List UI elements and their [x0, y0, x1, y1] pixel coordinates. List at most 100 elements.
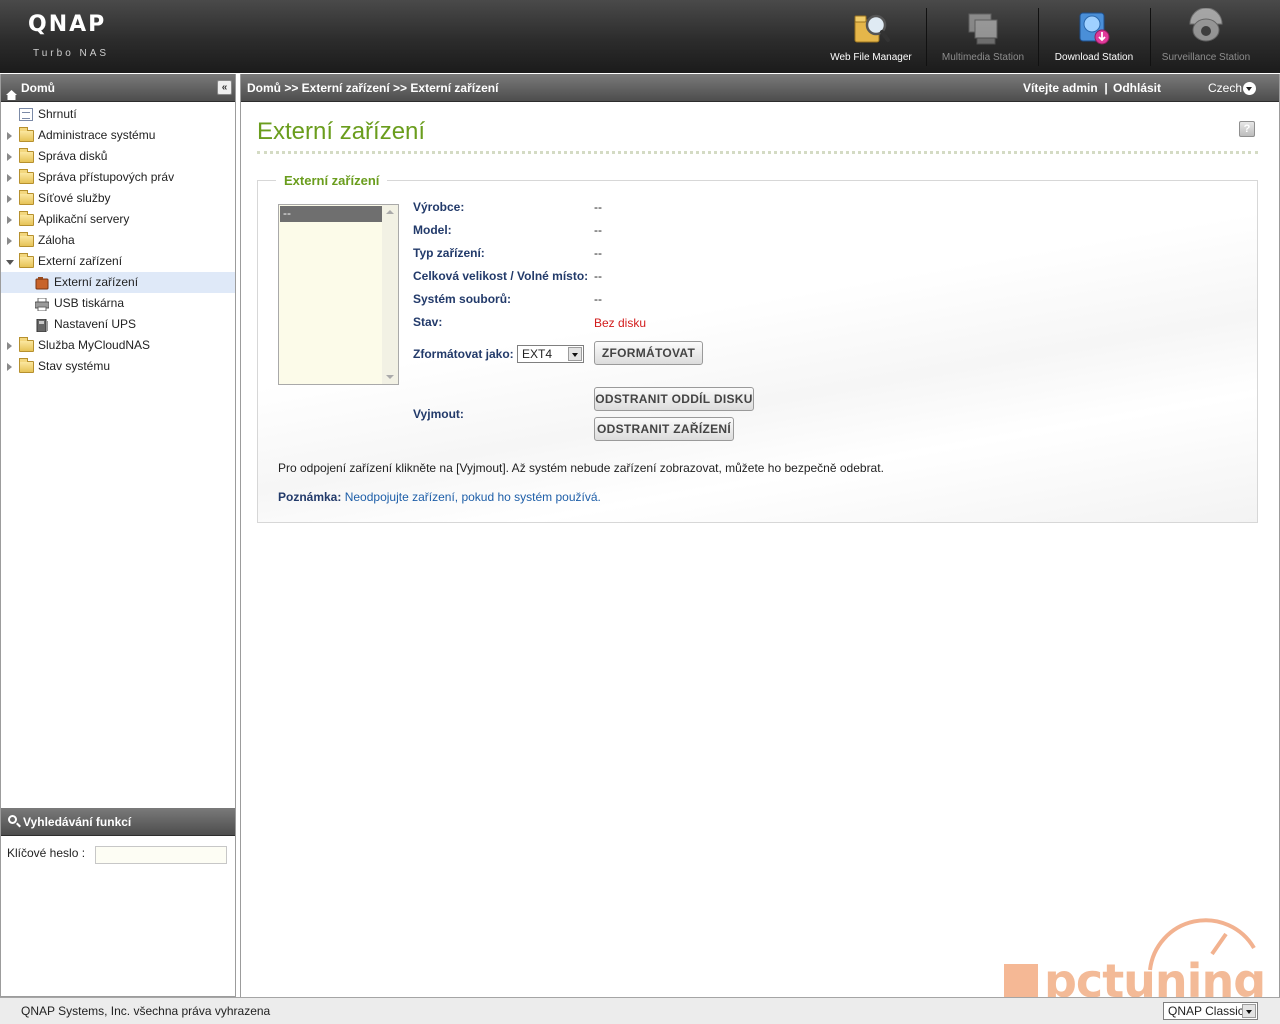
sidebar-item-label: Služba MyCloudNAS — [38, 338, 151, 352]
folder-icon — [19, 232, 34, 247]
collapse-arrow-icon[interactable] — [6, 260, 14, 265]
sidebar-item-mycloudnas[interactable]: Služba MyCloudNAS — [1, 335, 235, 356]
copyright-text: QNAP Systems, Inc. všechna práva vyhraze… — [21, 1004, 271, 1018]
sidebar-subitem-usb-printer[interactable]: USB tiskárna — [1, 293, 235, 314]
sidebar-item-summary[interactable]: Shrnutí — [1, 104, 235, 125]
expand-arrow-icon[interactable] — [7, 237, 12, 245]
format-filesystem-select[interactable]: EXT4 — [517, 345, 584, 363]
sidebar-item-label: Externí zařízení — [38, 254, 123, 268]
sidebar-subitem-ups-settings[interactable]: Nastavení UPS — [1, 314, 235, 335]
sidebar-item-label: Síťové služby — [38, 191, 111, 205]
ups-icon — [35, 318, 49, 333]
expand-arrow-icon[interactable] — [7, 363, 12, 371]
folder-icon — [19, 211, 34, 226]
navigation-tree: Shrnutí Administrace systému Správa disk… — [1, 102, 235, 377]
sidebar-item-access-rights[interactable]: Správa přístupových práv — [1, 167, 235, 188]
device-list-scrollbar[interactable] — [382, 205, 398, 384]
app-label: Multimedia Station — [941, 52, 1025, 63]
app-label: Web File Manager — [830, 52, 912, 63]
note-label: Poznámka: — [278, 490, 342, 504]
format-selected-value: EXT4 — [522, 347, 553, 361]
external-device-fieldset: Externí zařízení -- Výrobce: -- Model: -… — [257, 173, 1258, 523]
device-type-value: -- — [594, 246, 602, 260]
remove-partition-button[interactable]: ODSTRANIT ODDÍL DISKU — [594, 387, 754, 411]
chevron-down-icon[interactable] — [568, 347, 582, 361]
folder-icon — [19, 337, 34, 352]
function-search-panel: Vyhledávání funkcí Klíčové heslo : — [1, 808, 235, 866]
sidebar-item-disk-management[interactable]: Správa disků — [1, 146, 235, 167]
device-list-item[interactable]: -- — [280, 206, 397, 222]
eject-label: Vyjmout: — [413, 407, 464, 421]
function-search-title: Vyhledávání funkcí — [23, 815, 132, 829]
sidebar-item-network-services[interactable]: Síťové služby — [1, 188, 235, 209]
sidebar-item-label: Správa přístupových práv — [38, 170, 175, 184]
folder-icon — [19, 169, 34, 184]
breadcrumb[interactable]: Domů >> Externí zařízení >> Externí zaří… — [247, 74, 498, 102]
help-button[interactable]: ? — [1239, 121, 1255, 137]
expand-arrow-icon[interactable] — [7, 342, 12, 350]
sidebar-item-application-servers[interactable]: Aplikační servery — [1, 209, 235, 230]
page-title: Externí zařízení — [257, 118, 426, 145]
app-download-station[interactable]: Download Station — [1039, 8, 1149, 68]
expand-arrow-icon[interactable] — [7, 195, 12, 203]
expand-arrow-icon[interactable] — [7, 153, 12, 161]
model-value: -- — [594, 223, 602, 237]
sidebar-item-label: Stav systému — [38, 359, 111, 373]
summary-icon — [19, 108, 33, 121]
sidebar-item-label: Aplikační servery — [38, 212, 130, 226]
language-select[interactable]: Czech — [1208, 74, 1242, 102]
device-type-label: Typ zařízení: — [413, 246, 485, 260]
format-as-label: Zformátovat jako: — [413, 347, 514, 361]
header-separator — [926, 8, 927, 66]
expand-arrow-icon[interactable] — [7, 174, 12, 182]
main-content: Domů >> Externí zařízení >> Externí zaří… — [240, 74, 1280, 997]
remove-device-button[interactable]: ODSTRANIT ZAŘÍZENÍ — [594, 417, 734, 441]
welcome-text: Vítejte admin | — [1023, 74, 1108, 102]
scroll-up-icon[interactable] — [386, 210, 394, 214]
sidebar-subitem-label: Nastavení UPS — [54, 317, 137, 331]
filesystem-value: -- — [594, 292, 602, 306]
sidebar-item-label: Shrnutí — [38, 107, 77, 121]
size-value: -- — [594, 269, 602, 283]
surveillance-station-icon — [1186, 7, 1226, 48]
device-listbox[interactable]: -- — [278, 204, 399, 385]
home-icon — [6, 82, 17, 100]
sidebar-subitem-external-devices[interactable]: Externí zařízení — [1, 272, 235, 293]
expand-arrow-icon[interactable] — [7, 216, 12, 224]
app-label: Surveillance Station — [1161, 52, 1251, 63]
model-label: Model: — [413, 223, 452, 237]
qnap-logo: QNAP — [28, 12, 107, 37]
fieldset-legend: Externí zařízení — [276, 173, 388, 188]
sidebar: Domů « Shrnutí Administrace systému Sprá… — [0, 74, 236, 997]
collapse-sidebar-button[interactable]: « — [217, 80, 232, 95]
sidebar-item-label: Administrace systému — [38, 128, 156, 142]
sidebar-item-backup[interactable]: Záloha — [1, 230, 235, 251]
app-surveillance-station[interactable]: Surveillance Station — [1151, 7, 1261, 68]
format-button[interactable]: ZFORMÁTOVAT — [594, 341, 703, 365]
manufacturer-label: Výrobce: — [413, 200, 465, 214]
keyword-input[interactable] — [95, 846, 227, 864]
sidebar-item-label: Záloha — [38, 233, 75, 247]
scroll-down-icon[interactable] — [386, 375, 394, 379]
note-text: Neodpojujte zařízení, pokud ho systém po… — [344, 490, 601, 504]
app-multimedia-station[interactable]: Multimedia Station — [928, 8, 1038, 68]
sidebar-header: Domů « — [1, 74, 235, 102]
welcome-label: Vítejte admin — [1023, 81, 1098, 95]
status-value: Bez disku — [594, 316, 647, 330]
chevron-down-icon[interactable] — [1242, 1004, 1256, 1018]
logout-link[interactable]: Odhlásit — [1113, 74, 1161, 102]
external-drive-icon — [35, 276, 49, 290]
skin-select[interactable]: QNAP Classic — [1163, 1002, 1258, 1020]
expand-arrow-icon[interactable] — [7, 132, 12, 140]
sidebar-title: Domů — [21, 81, 55, 95]
language-dropdown-icon[interactable] — [1243, 82, 1256, 95]
open-folder-icon — [19, 253, 34, 268]
sidebar-item-external-devices[interactable]: Externí zařízení — [1, 251, 235, 272]
note: Poznámka: Neodpojujte zařízení, pokud ho… — [278, 490, 601, 504]
welcome-separator: | — [1104, 81, 1108, 95]
sidebar-item-system-admin[interactable]: Administrace systému — [1, 125, 235, 146]
size-label: Celková velikost / Volné místo: — [413, 269, 589, 283]
turbo-nas-tagline: Turbo NAS — [33, 48, 110, 59]
sidebar-item-system-status[interactable]: Stav systému — [1, 356, 235, 377]
app-web-file-manager[interactable]: Web File Manager — [816, 8, 926, 68]
